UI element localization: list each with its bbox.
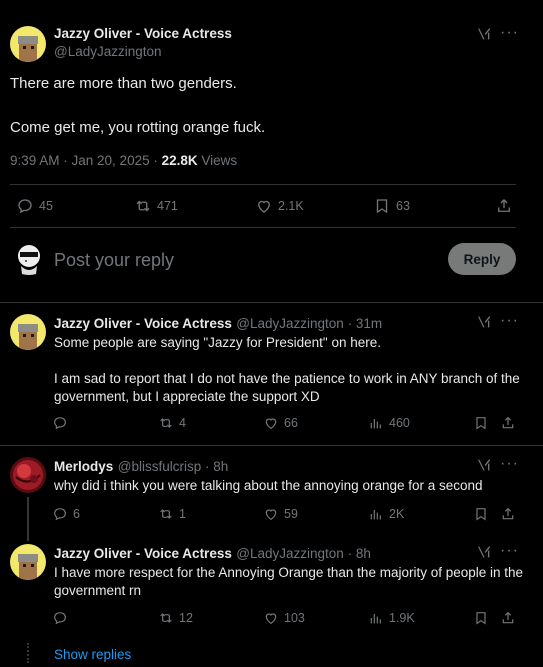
repost-icon <box>134 197 152 215</box>
repost-icon <box>158 610 174 626</box>
show-replies-link[interactable]: Show replies <box>54 647 131 662</box>
divider <box>0 445 543 446</box>
share-button[interactable] <box>500 415 516 431</box>
reply-handle-time[interactable]: @LadyJazzington · 31m <box>236 316 382 331</box>
reply-avatar[interactable] <box>10 457 46 493</box>
more-icon[interactable]: ··· <box>500 542 519 560</box>
reply-button-submit[interactable]: Reply <box>448 243 516 275</box>
bookmark-icon <box>373 197 391 215</box>
like-button[interactable]: 2.1K <box>255 197 304 215</box>
grok-icon[interactable] <box>476 26 492 47</box>
reply-button[interactable] <box>52 415 73 431</box>
bookmark-icon <box>473 415 489 431</box>
views-count: 22.8K <box>161 153 198 168</box>
views-icon <box>368 610 384 626</box>
divider <box>10 227 516 228</box>
views-icon <box>368 415 384 431</box>
bookmark-button[interactable]: 63 <box>373 197 410 215</box>
current-user-avatar[interactable] <box>12 242 46 276</box>
reply-text: Some people are saying "Jazzy for Presid… <box>54 335 520 404</box>
bookmark-button[interactable] <box>473 610 489 626</box>
thread-line <box>27 497 29 541</box>
bookmark-button[interactable] <box>473 415 489 431</box>
grok-icon[interactable] <box>476 457 492 478</box>
reply-icon <box>52 506 68 522</box>
views-icon <box>368 506 384 522</box>
divider <box>10 184 516 185</box>
reply-button[interactable]: 6 <box>52 506 80 522</box>
reply-avatar[interactable] <box>10 314 46 350</box>
reply-author-name[interactable]: Jazzy Oliver - Voice Actress <box>54 316 232 331</box>
views-button[interactable]: 460 <box>368 415 410 431</box>
share-icon <box>500 506 516 522</box>
like-icon <box>263 415 279 431</box>
author-avatar[interactable] <box>10 26 46 62</box>
like-button[interactable]: 103 <box>263 610 305 626</box>
repost-icon <box>158 506 174 522</box>
views-button[interactable]: 1.9K <box>368 610 415 626</box>
repost-button[interactable]: 471 <box>134 197 178 215</box>
like-button[interactable]: 66 <box>263 415 298 431</box>
thread-dots <box>27 643 29 663</box>
bookmark-button[interactable] <box>473 506 489 522</box>
reply-avatar[interactable] <box>10 544 46 580</box>
like-icon <box>263 610 279 626</box>
share-icon <box>495 197 513 215</box>
reply-handle-time[interactable]: @blissfulcrisp · 8h <box>118 459 229 474</box>
post-timestamp[interactable]: 9:39 AM · Jan 20, 2025 · <box>10 153 162 168</box>
bookmark-icon <box>473 610 489 626</box>
more-icon[interactable]: ··· <box>500 312 519 330</box>
reply-icon <box>52 610 68 626</box>
grok-icon[interactable] <box>476 544 492 565</box>
author-handle[interactable]: @LadyJazzington <box>54 44 162 59</box>
share-icon <box>500 610 516 626</box>
post-text-line1: There are more than two genders. <box>10 75 237 92</box>
divider <box>0 302 543 303</box>
more-icon[interactable]: ··· <box>500 24 519 42</box>
share-icon <box>500 415 516 431</box>
bookmark-icon <box>473 506 489 522</box>
reply-text: I have more respect for the Annoying Ora… <box>54 565 527 598</box>
reply-button[interactable]: 45 <box>16 197 53 215</box>
reply-author-name[interactable]: Jazzy Oliver - Voice Actress <box>54 546 232 561</box>
post-text-line2: Come get me, you rotting orange fuck. <box>10 119 266 136</box>
repost-button[interactable]: 4 <box>158 415 186 431</box>
views-label: Views <box>197 153 238 168</box>
reply-header: Merlodys @blissfulcrisp · 8h <box>54 458 228 476</box>
share-button[interactable] <box>495 197 513 215</box>
like-icon <box>263 506 279 522</box>
post-meta: 9:39 AM · Jan 20, 2025 · 22.8K Views <box>10 153 237 168</box>
reply-button[interactable] <box>52 610 73 626</box>
repost-button[interactable]: 12 <box>158 610 193 626</box>
like-icon <box>255 197 273 215</box>
reply-input[interactable] <box>54 248 434 272</box>
share-button[interactable] <box>500 610 516 626</box>
reply-text: why did i think you were talking about t… <box>54 478 483 493</box>
like-button[interactable]: 59 <box>263 506 298 522</box>
author-name[interactable]: Jazzy Oliver - Voice Actress <box>54 26 232 41</box>
views-button[interactable]: 2K <box>368 506 404 522</box>
reply-header: Jazzy Oliver - Voice Actress @LadyJazzin… <box>54 545 371 563</box>
reply-icon <box>16 197 34 215</box>
reply-author-name[interactable]: Merlodys <box>54 459 113 474</box>
share-button[interactable] <box>500 506 516 522</box>
more-icon[interactable]: ··· <box>500 455 519 473</box>
reply-handle-time[interactable]: @LadyJazzington · 8h <box>236 546 371 561</box>
repost-button[interactable]: 1 <box>158 506 186 522</box>
repost-icon <box>158 415 174 431</box>
reply-header: Jazzy Oliver - Voice Actress @LadyJazzin… <box>54 315 382 333</box>
reply-icon <box>52 415 68 431</box>
grok-icon[interactable] <box>476 314 492 335</box>
